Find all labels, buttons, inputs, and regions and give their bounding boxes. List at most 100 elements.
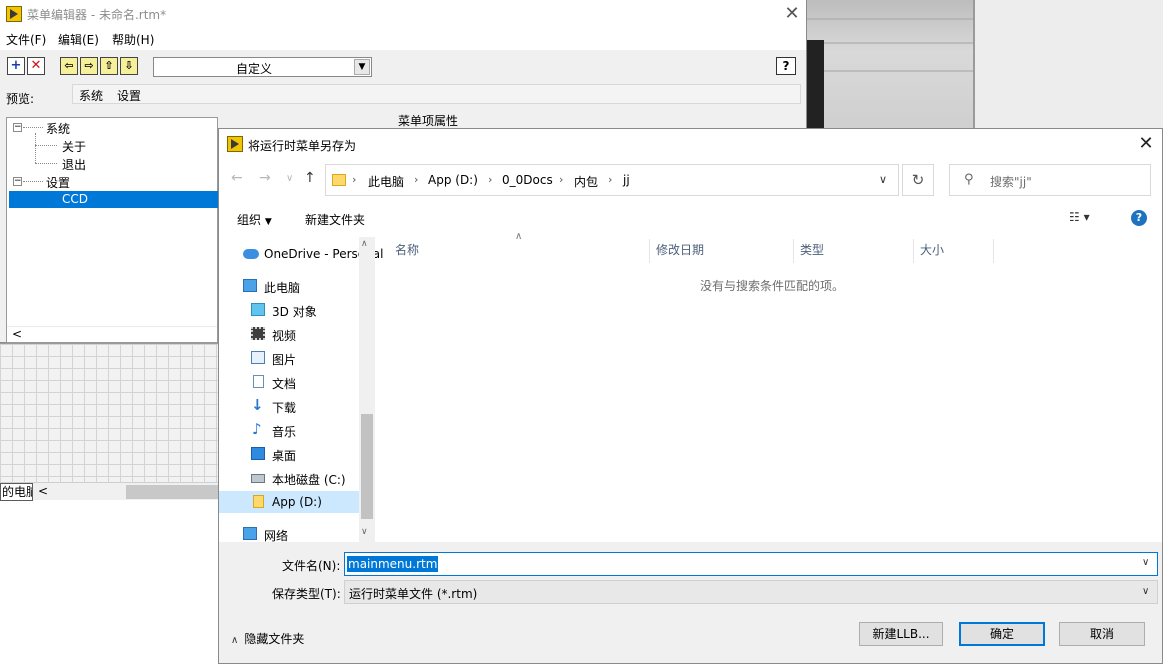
new-llb-button[interactable]: 新建LLB...: [859, 622, 943, 646]
tree-node-system[interactable]: 系统: [46, 120, 70, 137]
move-left-button[interactable]: ⇦: [60, 57, 78, 75]
nav-item-label: 文档: [272, 377, 297, 391]
nav-item-label: 图片: [272, 353, 297, 367]
tree-node-about[interactable]: 关于: [62, 138, 86, 155]
picture-icon: [251, 351, 265, 364]
film-icon: [251, 327, 265, 340]
hide-folders-toggle[interactable]: ∧ 隐藏文件夹: [231, 630, 304, 647]
menu-type-value: 自定义: [235, 62, 272, 76]
desktop-icon: [251, 447, 265, 460]
scroll-up-icon[interactable]: ∧: [361, 239, 368, 249]
network-icon: [243, 527, 257, 540]
forward-arrow-icon[interactable]: →: [259, 170, 271, 186]
help-icon[interactable]: ?: [1131, 210, 1147, 226]
chevron-down-icon[interactable]: ▼: [354, 59, 370, 75]
column-type[interactable]: 类型: [794, 239, 914, 263]
close-icon[interactable]: ✕: [780, 2, 804, 26]
tree-node-settings[interactable]: 设置: [46, 174, 70, 191]
nav-item-documents[interactable]: 文档: [219, 371, 359, 393]
menu-edit[interactable]: 编辑(E): [58, 31, 99, 48]
tree-connector: [23, 181, 43, 182]
column-modified[interactable]: 修改日期: [650, 239, 794, 263]
column-size[interactable]: 大小: [914, 239, 994, 263]
nav-item-desktop[interactable]: 桌面: [219, 443, 359, 465]
block-diagram-grid: [0, 343, 218, 483]
folder-icon: [253, 495, 264, 508]
breadcrumb-docs[interactable]: 0_0Docs: [502, 173, 553, 187]
search-input[interactable]: ⚲ 搜索"jj": [949, 164, 1151, 196]
file-list: ∧ 名称 修改日期 类型 大小 没有与搜索条件匹配的项。: [375, 231, 1162, 542]
grid-horizontal-scrollbar[interactable]: 的电脑 <: [0, 482, 218, 501]
scroll-left-icon[interactable]: <: [12, 327, 22, 341]
breadcrumb-neibao[interactable]: 内包: [574, 173, 598, 190]
collapse-icon[interactable]: −: [13, 177, 22, 186]
back-arrow-icon[interactable]: ←: [231, 170, 243, 186]
cube-icon: [251, 303, 265, 316]
nav-item-downloads[interactable]: ↓ 下载: [219, 395, 359, 417]
recent-chevron-icon[interactable]: ∨: [286, 173, 293, 184]
collapse-icon[interactable]: −: [13, 123, 22, 132]
nav-item-label: 本地磁盘 (C:): [272, 473, 346, 487]
tree-horizontal-scrollbar[interactable]: <: [7, 326, 217, 343]
tree-connector: [35, 145, 57, 146]
refresh-icon[interactable]: ↻: [902, 164, 934, 196]
breadcrumb-this-pc[interactable]: 此电脑: [368, 173, 404, 190]
hide-folders-label: 隐藏文件夹: [244, 632, 305, 646]
breadcrumb-app-d[interactable]: App (D:): [428, 173, 478, 187]
nav-pane-scrollbar[interactable]: ∧ ∨: [359, 237, 375, 542]
scroll-thumb[interactable]: [361, 414, 373, 519]
new-folder-button[interactable]: 新建文件夹: [305, 211, 365, 228]
help-button[interactable]: ?: [776, 57, 796, 75]
preview-item-settings[interactable]: 设置: [117, 87, 141, 104]
folder-icon: [332, 174, 346, 186]
nav-item-music[interactable]: ♪ 音乐: [219, 419, 359, 441]
delete-item-button[interactable]: ✕: [27, 57, 45, 75]
chevron-down-icon[interactable]: ∨: [879, 173, 887, 186]
preview-item-system[interactable]: 系统: [79, 87, 103, 104]
filetype-select[interactable]: 运行时菜单文件 (*.rtm) ∨: [344, 580, 1158, 604]
nav-item-label: 桌面: [272, 449, 297, 463]
chevron-down-icon[interactable]: ∨: [1142, 586, 1149, 597]
scroll-left-icon[interactable]: <: [36, 483, 50, 501]
scroll-down-icon[interactable]: ∨: [361, 527, 368, 537]
move-down-button[interactable]: ⇩: [120, 57, 138, 75]
ok-button[interactable]: 确定: [959, 622, 1045, 646]
move-up-button[interactable]: ⇧: [100, 57, 118, 75]
menu-type-select[interactable]: 自定义 ▼: [153, 57, 372, 77]
nav-item-onedrive[interactable]: OneDrive - Personal: [219, 243, 383, 265]
tree-connector: [35, 133, 36, 163]
filename-input[interactable]: mainmenu.rtm ∨: [344, 552, 1158, 576]
close-icon[interactable]: ✕: [1134, 132, 1158, 156]
menu-file[interactable]: 文件(F): [6, 31, 46, 48]
editor-titlebar: 菜单编辑器 - 未命名.rtm* ✕: [0, 0, 806, 28]
move-right-button[interactable]: ⇨: [80, 57, 98, 75]
menu-help[interactable]: 帮助(H): [112, 31, 154, 48]
tree-connector: [35, 163, 57, 164]
nav-item-videos[interactable]: 视频: [219, 323, 359, 345]
chevron-down-icon[interactable]: ∨: [1142, 557, 1149, 568]
nav-item-this-pc[interactable]: 此电脑: [219, 275, 359, 297]
cancel-button[interactable]: 取消: [1059, 622, 1145, 646]
add-item-button[interactable]: +: [7, 57, 25, 75]
dialog-title: 将运行时菜单另存为: [248, 139, 357, 153]
search-icon: ⚲: [964, 172, 974, 187]
address-bar[interactable]: › 此电脑 › App (D:) › 0_0Docs › 内包 › jj ∨: [325, 164, 899, 196]
nav-item-app-d[interactable]: App (D:): [219, 491, 359, 513]
tree-connector: [23, 127, 43, 128]
tree-node-exit[interactable]: 退出: [62, 156, 86, 173]
filetype-value: 运行时菜单文件 (*.rtm): [349, 587, 478, 601]
column-name[interactable]: 名称: [375, 239, 650, 263]
tree-node-ccd[interactable]: CCD: [9, 191, 219, 208]
organize-label: 组织: [237, 213, 262, 227]
breadcrumb-jj[interactable]: jj: [623, 173, 630, 187]
up-arrow-icon[interactable]: ↑: [304, 170, 316, 186]
organize-button[interactable]: 组织 ▼: [237, 211, 272, 228]
drive-icon: [251, 474, 265, 483]
scroll-thumb[interactable]: [126, 485, 218, 499]
command-bar: 组织 ▼ 新建文件夹 ☷ ▾ ?: [219, 203, 1162, 235]
computer-icon: [243, 279, 257, 292]
view-options-icon[interactable]: ☷ ▾: [1069, 210, 1090, 224]
nav-item-3d-objects[interactable]: 3D 对象: [219, 299, 359, 321]
nav-item-pictures[interactable]: 图片: [219, 347, 359, 369]
nav-item-local-disk-c[interactable]: 本地磁盘 (C:): [219, 467, 359, 489]
